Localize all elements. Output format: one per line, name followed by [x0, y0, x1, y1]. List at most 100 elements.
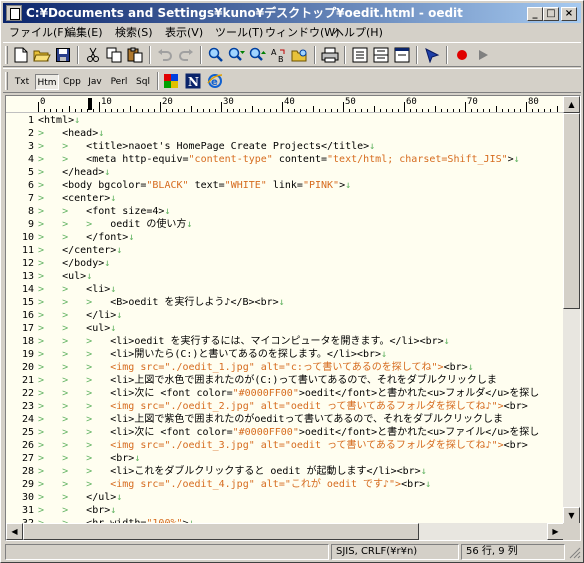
find-prev-icon[interactable] — [248, 46, 268, 64]
print-icon[interactable] — [320, 46, 340, 64]
line-number: 31 — [21, 505, 34, 516]
ruler-label: 0 — [40, 97, 46, 107]
ruler-label: 40 — [284, 97, 295, 107]
code-area[interactable]: <html>↓ > <head>↓ > > <title>naoet's HomeP… — [38, 114, 562, 524]
menu-tools[interactable]: ツール(T) — [215, 26, 263, 40]
scroll-down-button[interactable]: ▼ — [563, 507, 580, 524]
code-line[interactable]: > </body>↓ — [38, 257, 110, 270]
scroll-right-button[interactable]: ▶ — [547, 523, 564, 540]
menu-help[interactable]: ヘルプ(H) — [333, 26, 383, 40]
scroll-up-button[interactable]: ▲ — [563, 96, 580, 113]
code-line[interactable]: > > > <img src="./oedit_4.jpg" alt="これが … — [38, 478, 431, 491]
html-tag: <title> — [86, 141, 129, 152]
app-icon[interactable] — [6, 5, 22, 21]
undo-icon[interactable] — [155, 46, 175, 64]
play-icon[interactable] — [473, 46, 493, 64]
find-next-icon[interactable] — [227, 46, 247, 64]
close-button[interactable]: × — [561, 7, 577, 21]
horizontal-scrollbar[interactable]: ◀ ▶ — [6, 523, 564, 540]
lang-sql-button[interactable]: Sql — [132, 74, 154, 90]
code-line[interactable]: > > </ul>↓ — [38, 491, 122, 504]
vertical-scrollbar[interactable]: ▲ ▼ — [563, 96, 580, 524]
code-line[interactable]: > > </font>↓ — [38, 231, 134, 244]
lang-perl-button[interactable]: Perl — [107, 74, 131, 90]
open-folder-icon[interactable] — [32, 46, 52, 64]
code-line[interactable]: > > > <li>oedit を実行するには、マイコンピュータを開きます。</… — [38, 335, 450, 348]
html-tag: <html> — [38, 115, 75, 126]
code-line[interactable]: > > <title>naoet's HomePage Create Proje… — [38, 140, 375, 153]
code-line[interactable]: > > > <li>上図で水色で囲まれたのが(C:)って書いてあるので、それをダ… — [38, 374, 497, 387]
code-line[interactable]: > > <meta http-equiv="content-type" cont… — [38, 153, 520, 166]
code-line[interactable]: > <body bgcolor="BLACK" text="WHITE" lin… — [38, 179, 351, 192]
code-line[interactable]: > > <ul>↓ — [38, 322, 116, 335]
horizontal-scroll-thumb[interactable] — [23, 523, 419, 540]
lang-cpp-button[interactable]: Cpp — [61, 74, 83, 90]
code-line[interactable]: > </center>↓ — [38, 244, 122, 257]
vertical-scroll-thumb[interactable] — [563, 113, 580, 309]
record-icon[interactable] — [452, 46, 472, 64]
indent-marker: > > — [38, 505, 87, 516]
menu-window[interactable]: ウィンドウ(W) — [265, 26, 339, 40]
bookmark-icon[interactable] — [422, 46, 442, 64]
save-icon[interactable] — [53, 46, 73, 64]
line-number: 22 — [21, 388, 34, 399]
redo-icon[interactable] — [176, 46, 196, 64]
find-icon[interactable] — [206, 46, 226, 64]
code-line[interactable]: > > <br>↓ — [38, 504, 116, 517]
code-line[interactable]: > > <font size=4>↓ — [38, 205, 170, 218]
line-number: 7 — [27, 193, 34, 204]
copy-icon[interactable] — [104, 46, 124, 64]
text-style-icon[interactable]: N — [183, 72, 203, 90]
window-icon[interactable] — [392, 46, 412, 64]
minimize-button[interactable]: _ — [527, 7, 543, 21]
code-line[interactable]: > <ul>↓ — [38, 270, 92, 283]
code-line[interactable]: > > </li>↓ — [38, 309, 122, 322]
code-line[interactable]: > > > <br>↓ — [38, 452, 140, 465]
ruler-tick — [318, 109, 320, 112]
code-line[interactable]: <html>↓ — [38, 114, 80, 127]
replace-icon[interactable]: AB — [269, 46, 289, 64]
code-line[interactable]: > > > <li>次に <font color="#0000FF00">oed… — [38, 387, 539, 400]
code-line[interactable]: > > > <li>次に <font color="#0000FF00">oed… — [38, 426, 539, 439]
scrollbar-corner — [563, 523, 580, 540]
paste-icon[interactable] — [125, 46, 145, 64]
scroll-left-button[interactable]: ◀ — [6, 523, 23, 540]
menu-view[interactable]: 表示(V) — [165, 26, 203, 40]
menu-file[interactable]: ファイル(F) — [9, 26, 68, 40]
ruler-tick — [306, 109, 308, 112]
text-content: と書かれた — [377, 388, 428, 399]
code-line[interactable]: > > > oedit の使い方↓ — [38, 218, 192, 231]
title-bar[interactable]: C:¥Documents and Settings¥kuno¥デスクトップ¥oe… — [3, 3, 581, 23]
code-line[interactable]: > > > <img src="./oedit_3.jpg" alt="oedi… — [38, 439, 528, 452]
code-line[interactable]: > <head>↓ — [38, 127, 104, 140]
browser-preview-icon[interactable]: e — [205, 72, 225, 90]
toolbar-grip[interactable] — [5, 72, 8, 90]
code-line[interactable]: > > > <li>上図で紫色で囲まれたのがoeditって書いてあるので、それを… — [38, 413, 503, 426]
new-file-icon[interactable] — [11, 46, 31, 64]
color-palette-icon[interactable] — [161, 72, 181, 90]
toolbar-grip[interactable] — [5, 46, 8, 64]
lang-txt-button[interactable]: Txt — [11, 74, 33, 90]
cut-icon[interactable] — [83, 46, 103, 64]
menu-edit[interactable]: 編集(E) — [65, 26, 103, 40]
code-line[interactable]: > > > <li>これをダブルクリックすると oedit が起動します</li… — [38, 465, 427, 478]
menu-search[interactable]: 検索(S) — [115, 26, 153, 40]
lang-htm-button[interactable]: Htm — [35, 74, 59, 90]
code-line[interactable]: > </head>↓ — [38, 166, 110, 179]
ruler-label: 60 — [406, 97, 417, 107]
code-line[interactable]: > > > <img src="./oedit_2.jpg" alt="oedi… — [38, 400, 528, 413]
open-find-folder-icon[interactable] — [290, 46, 310, 64]
code-line[interactable]: > > <li>↓ — [38, 283, 116, 296]
indent-marker: > > > — [38, 479, 111, 490]
lang-jav-button[interactable]: Jav — [84, 74, 106, 90]
maximize-button[interactable]: □ — [543, 7, 559, 21]
resize-grip-icon[interactable] — [569, 547, 581, 559]
indent-marker: > — [38, 193, 63, 204]
single-pane-icon[interactable] — [350, 46, 370, 64]
status-message — [5, 544, 329, 560]
code-line[interactable]: > <center>↓ — [38, 192, 116, 205]
split-pane-icon[interactable] — [371, 46, 391, 64]
code-line[interactable]: > > > <li>開いたら(C:)と書いてあるのを探します。</li><br>… — [38, 348, 387, 361]
code-line[interactable]: > > > <B>oedit を実行しよう♪</B><br>↓ — [38, 296, 285, 309]
code-line[interactable]: > > > <img src="./oedit_1.jpg" alt="c:って… — [38, 361, 474, 374]
